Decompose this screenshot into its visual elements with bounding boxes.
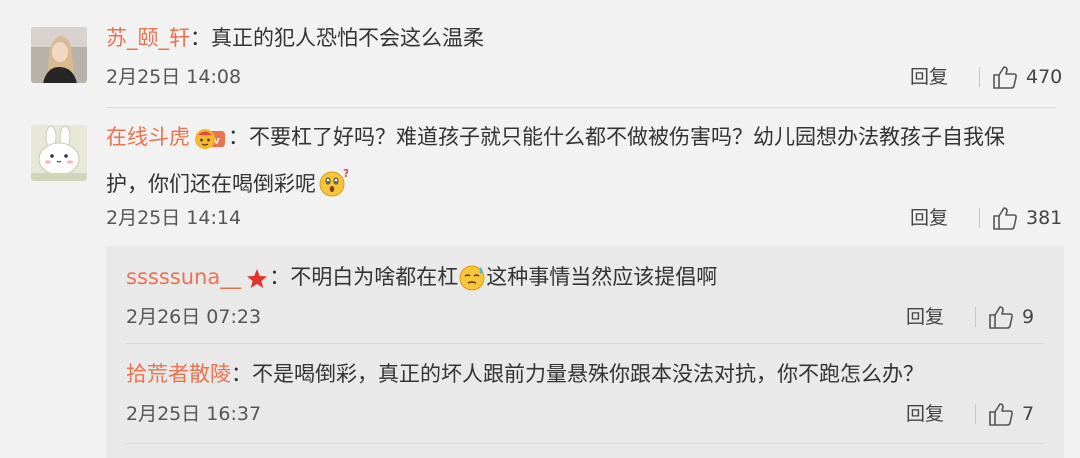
colon: ： (269, 265, 291, 289)
thumbs-up-icon (989, 306, 1013, 329)
reply-content: 不明白为啥都在杠 (290, 265, 459, 289)
reply-content-continued: 这种事情当然应该提倡啊 (486, 265, 718, 289)
reply-content: 不是喝倒彩，真正的坏人跟前力量悬殊你跟本没法对抗，你不跑怎么办？ (252, 362, 924, 386)
separator (979, 67, 980, 87)
thumbs-up-icon (993, 207, 1017, 230)
like-count: 470 (1026, 66, 1063, 88)
like-count: 9 (1022, 306, 1035, 328)
colon: ： (190, 26, 211, 50)
separator (979, 208, 980, 228)
thumbs-up-icon (989, 403, 1013, 426)
username-link[interactable]: 在线斗虎 (106, 125, 190, 149)
timestamp: 2月25日 14:08 (106, 66, 242, 88)
svg-text:?: ? (343, 168, 348, 180)
vip-badge-icon: v (194, 124, 226, 164)
thumbs-up-icon (993, 66, 1017, 89)
reply-thread: sssssuna__ ：不明白为啥都在杠 这种事情当然应该提倡啊 2月26日 0… (106, 246, 1064, 458)
comment-text: 在线斗虎 v ：不要杠了好吗？难道孩子就只能什么都不做被伤害吗？幼儿园想办法教孩… (106, 117, 1056, 211)
sweat-emoji-icon (458, 263, 486, 303)
star-badge-icon (245, 265, 269, 303)
comment-text: 苏_颐_轩：真正的犯人恐怕不会这么温柔 (106, 18, 1056, 58)
reply-item: sssssuna__ ：不明白为啥都在杠 这种事情当然应该提倡啊 2月26日 0… (106, 246, 1064, 343)
reply-text: 拾荒者散陵：不是喝倒彩，真正的坏人跟前力量悬殊你跟本没法对抗，你不跑怎么办？ (126, 355, 1044, 393)
separator (975, 404, 976, 424)
like-count: 381 (1026, 207, 1063, 229)
divider (126, 443, 1044, 444)
reply-button[interactable]: 回复 (906, 304, 944, 330)
timestamp: 2月25日 14:14 (106, 207, 242, 229)
username-link[interactable]: 苏_颐_轩 (106, 26, 190, 50)
colon: ： (228, 125, 249, 149)
avatar[interactable] (31, 27, 87, 83)
timestamp: 2月25日 16:37 (126, 403, 262, 425)
comment-item: 苏_颐_轩：真正的犯人恐怕不会这么温柔 2月25日 14:08 回复 470 (0, 0, 1080, 107)
avatar[interactable] (31, 125, 87, 181)
username-link[interactable]: 拾荒者散陵 (126, 362, 231, 386)
like-button[interactable]: 470 (979, 64, 1062, 90)
reply-text: sssssuna__ ：不明白为啥都在杠 这种事情当然应该提倡啊 (126, 258, 1044, 303)
like-button[interactable]: 381 (979, 205, 1062, 231)
reply-button[interactable]: 回复 (910, 205, 948, 231)
comment-content: 真正的犯人恐怕不会这么温柔 (211, 26, 484, 50)
comment-content-continued: 护，你们还在喝倒彩呢 (106, 172, 316, 196)
surprised-emoji-icon: ? (318, 167, 349, 211)
reply-item: 拾荒者散陵：不是喝倒彩，真正的坏人跟前力量悬殊你跟本没法对抗，你不跑怎么办？ 2… (106, 343, 1064, 441)
comment-item: 在线斗虎 v ：不要杠了好吗？难道孩子就只能什么都不做被伤害吗？幼儿园想办法教孩… (0, 107, 1080, 247)
like-button[interactable]: 7 (975, 401, 1034, 427)
comment-content: 不要杠了好吗？难道孩子就只能什么都不做被伤害吗？幼儿园想办法教孩子自我保 (249, 125, 1005, 149)
reply-button[interactable]: 回复 (910, 64, 948, 90)
timestamp: 2月26日 07:23 (126, 306, 262, 328)
like-button[interactable]: 9 (975, 304, 1034, 330)
username-link[interactable]: sssssuna__ (126, 265, 241, 289)
like-count: 7 (1022, 403, 1035, 425)
colon: ： (231, 362, 252, 386)
reply-button[interactable]: 回复 (906, 401, 944, 427)
separator (975, 307, 976, 327)
